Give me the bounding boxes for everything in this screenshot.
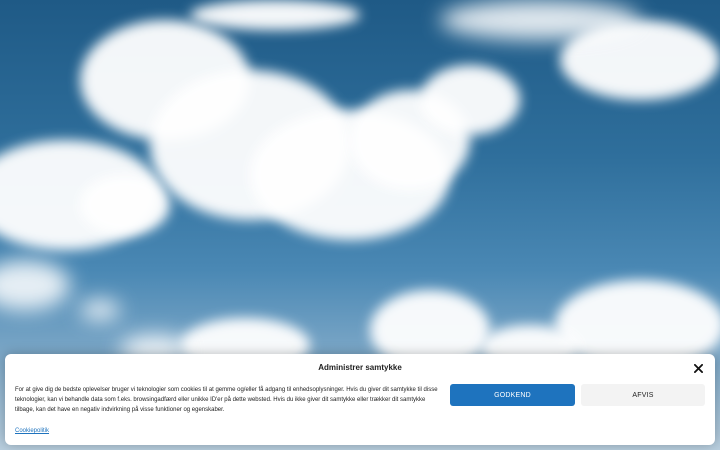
deny-button[interactable]: AFVIS	[581, 384, 705, 406]
cookie-consent-banner: Administrer samtykke For at give dig de …	[5, 354, 715, 445]
consent-message: For at give dig de bedste oplevelser bru…	[15, 387, 438, 413]
accept-button[interactable]: GODKEND	[450, 384, 575, 406]
cookie-policy-link[interactable]: Cookiepolitik	[15, 428, 49, 434]
close-icon[interactable]	[691, 361, 705, 375]
consent-title: Administrer samtykke	[318, 363, 402, 372]
